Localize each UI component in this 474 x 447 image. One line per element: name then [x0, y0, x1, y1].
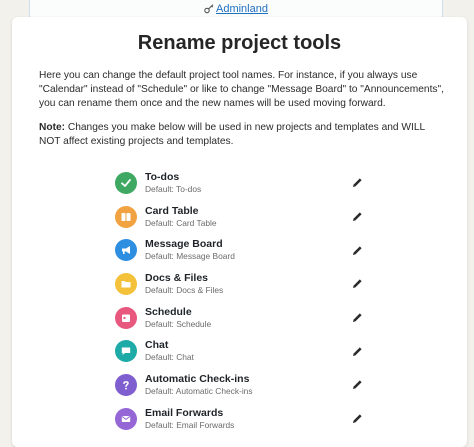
tool-row-message-board: Message Board Default: Message Board — [115, 233, 365, 267]
tool-name: Schedule — [145, 305, 192, 318]
tool-name: Card Table — [145, 204, 199, 217]
question-icon — [115, 373, 137, 396]
edit-pencil-icon[interactable] — [349, 411, 365, 427]
edit-pencil-icon[interactable] — [349, 242, 365, 258]
edit-pencil-icon[interactable] — [349, 175, 365, 191]
adminland-link[interactable]: Adminland — [204, 3, 268, 15]
tool-default: Default: Docs & Files — [145, 284, 224, 295]
tool-default: Default: Chat — [145, 352, 194, 363]
chat-icon — [115, 340, 137, 363]
check-icon — [115, 171, 137, 194]
edit-pencil-icon[interactable] — [349, 209, 365, 225]
tool-row-automatic-check-ins: Automatic Check-ins Default: Automatic C… — [115, 368, 365, 402]
folder-icon — [115, 272, 137, 295]
note-body: Changes you make below will be used in n… — [39, 122, 425, 147]
tool-row-schedule: Schedule Default: Schedule — [115, 301, 365, 335]
note-label: Note: — [39, 122, 66, 133]
note-text: Note: Changes you make below will be use… — [39, 121, 444, 149]
calendar-icon — [115, 306, 137, 329]
tool-row-card-table: Card Table Default: Card Table — [115, 200, 365, 234]
tool-row-chat: Chat Default: Chat — [115, 334, 365, 368]
tool-row-email-forwards: Email Forwards Default: Email Forwards — [115, 402, 365, 436]
tool-default: Default: Card Table — [145, 217, 217, 228]
tool-name: Message Board — [145, 238, 223, 251]
intro-text: Here you can change the default project … — [39, 70, 444, 109]
tool-default: Default: To-dos — [145, 183, 202, 194]
edit-pencil-icon[interactable] — [349, 377, 365, 393]
tool-name: Docs & Files — [145, 271, 209, 284]
tool-list: To-dos Default: To-dos Card Table Defaul… — [115, 166, 365, 436]
tool-name: Chat — [145, 339, 169, 352]
tool-row-todos: To-dos Default: To-dos — [115, 166, 365, 200]
tool-name: Automatic Check-ins — [145, 372, 250, 385]
adminland-label[interactable]: Adminland — [216, 3, 268, 15]
edit-pencil-icon[interactable] — [349, 310, 365, 326]
rename-tools-card: Rename project tools Here you can change… — [12, 17, 467, 447]
edit-pencil-icon[interactable] — [349, 276, 365, 292]
megaphone-icon — [115, 239, 137, 262]
tool-row-docs-files: Docs & Files Default: Docs & Files — [115, 267, 365, 301]
tool-default: Default: Email Forwards — [145, 419, 235, 430]
tool-name: To-dos — [145, 170, 180, 183]
page-title: Rename project tools — [137, 32, 342, 54]
email-icon — [115, 407, 137, 430]
card-table-icon — [115, 205, 137, 228]
tool-default: Default: Automatic Check-ins — [145, 385, 253, 396]
key-icon — [204, 4, 214, 14]
edit-pencil-icon[interactable] — [349, 343, 365, 359]
tool-default: Default: Message Board — [145, 251, 235, 262]
tool-name: Email Forwards — [145, 406, 224, 419]
tool-default: Default: Schedule — [145, 318, 212, 329]
